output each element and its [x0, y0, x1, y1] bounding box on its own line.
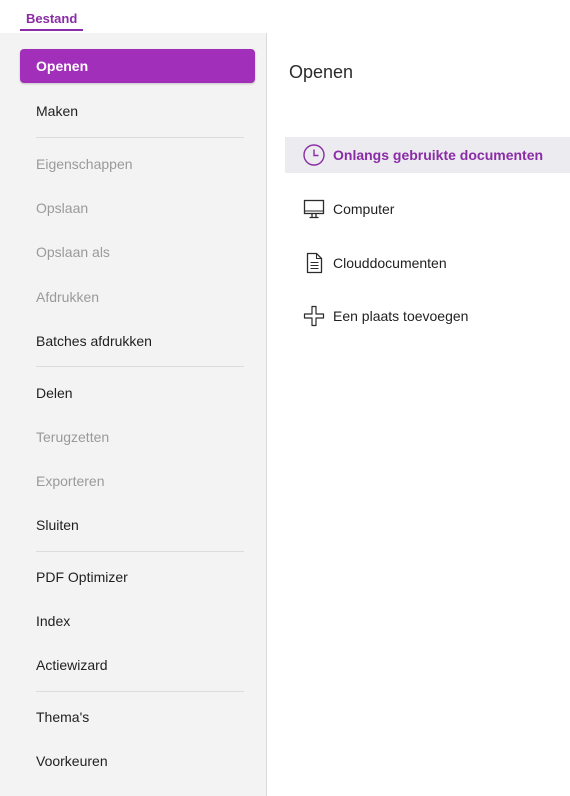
- sidebar-item-batches-afdrukken[interactable]: Batches afdrukken: [20, 324, 255, 358]
- sidebar-separator: [36, 551, 244, 552]
- tab-bestand[interactable]: Bestand: [20, 10, 84, 31]
- option-computer[interactable]: Computer: [285, 191, 570, 227]
- monitor-icon: [301, 197, 327, 221]
- sidebar-item-voorkeuren[interactable]: Voorkeuren: [20, 744, 255, 778]
- sidebar-item-terugzetten: Terugzetten: [36, 429, 110, 445]
- sidebar-item-afdrukken: Afdrukken: [36, 289, 100, 305]
- sidebar-item-maken[interactable]: Maken: [20, 94, 255, 128]
- sidebar-item-openen[interactable]: Openen: [20, 49, 255, 83]
- option-recent-documents[interactable]: Onlangs gebruikte documenten: [285, 137, 570, 173]
- option-label: Clouddocumenten: [333, 255, 447, 271]
- option-cloud-documents[interactable]: Clouddocumenten: [285, 245, 570, 281]
- clock-icon: [301, 143, 327, 167]
- page-title: Openen: [289, 62, 354, 82]
- sidebar-item-exporteren: Exporteren: [36, 473, 105, 489]
- backstage-sidebar: Openen Maken Eigenschappen Opslaan Opsla…: [0, 33, 267, 796]
- option-label: Een plaats toevoegen: [333, 308, 469, 324]
- sidebar-separator: [36, 691, 244, 692]
- sidebar-item-opslaan: Opslaan: [36, 200, 89, 216]
- sidebar-item-opslaan-als: Opslaan als: [36, 244, 110, 260]
- document-icon: [301, 251, 327, 275]
- plus-icon: [301, 304, 327, 328]
- option-label: Computer: [333, 201, 395, 217]
- sidebar-item-actiewizard[interactable]: Actiewizard: [20, 648, 255, 682]
- sidebar-item-delen[interactable]: Delen: [20, 376, 255, 410]
- sidebar-separator: [36, 366, 244, 367]
- sidebar-item-pdf-optimizer[interactable]: PDF Optimizer: [20, 560, 255, 594]
- sidebar-item-index[interactable]: Index: [20, 604, 255, 638]
- sidebar-separator: [36, 137, 244, 138]
- option-label: Onlangs gebruikte documenten: [333, 147, 544, 163]
- sidebar-item-eigenschappen: Eigenschappen: [36, 156, 133, 172]
- sidebar-item-themas[interactable]: Thema's: [20, 700, 255, 734]
- sidebar-item-sluiten[interactable]: Sluiten: [20, 508, 255, 542]
- option-add-place[interactable]: Een plaats toevoegen: [285, 298, 570, 334]
- tab-bar: Bestand: [0, 0, 570, 33]
